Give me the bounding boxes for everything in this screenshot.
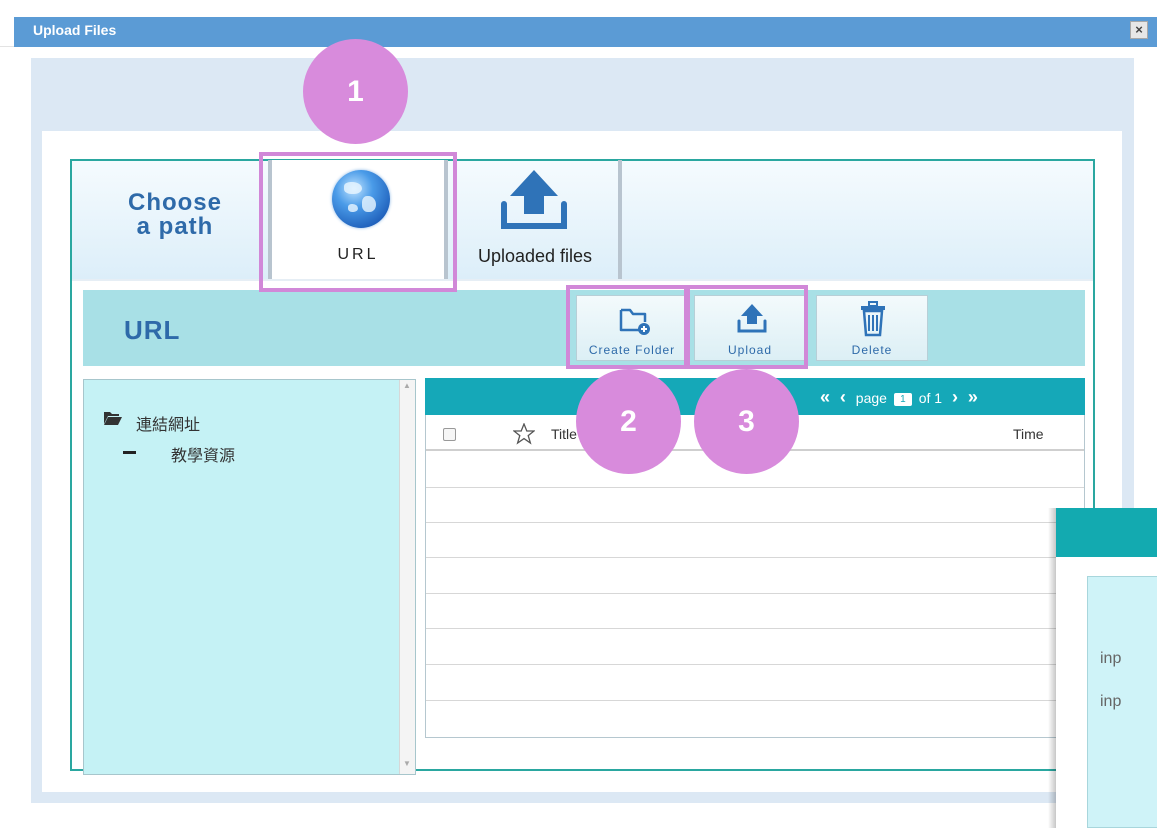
select-all-checkbox[interactable] bbox=[443, 428, 456, 441]
delete-label: Delete bbox=[851, 343, 893, 357]
column-title[interactable]: Title bbox=[551, 426, 577, 442]
highlight-upload bbox=[686, 285, 808, 369]
table-row bbox=[426, 664, 1084, 665]
prev-page-icon[interactable]: ‹ bbox=[840, 387, 846, 407]
folder-tree bbox=[83, 379, 416, 775]
upload-arrow-icon bbox=[501, 170, 567, 229]
scroll-up-arrow-icon[interactable]: ▲ bbox=[399, 381, 415, 390]
header-divider bbox=[72, 279, 1093, 281]
table-row bbox=[426, 522, 1084, 523]
window-titlebar bbox=[14, 17, 1157, 47]
next-page-icon[interactable]: › bbox=[952, 387, 958, 407]
table-row bbox=[426, 557, 1084, 558]
last-page-icon[interactable]: » bbox=[968, 387, 978, 407]
scroll-down-arrow-icon[interactable]: ▼ bbox=[399, 759, 415, 768]
window-title: Upload Files bbox=[33, 22, 117, 38]
page-number-input[interactable]: 1 bbox=[893, 392, 912, 406]
tree-item-child[interactable]: 教學資源 bbox=[171, 442, 235, 466]
first-page-icon[interactable]: « bbox=[820, 387, 830, 407]
popup-form bbox=[1087, 576, 1157, 828]
folder-open-icon bbox=[104, 412, 122, 425]
table-row bbox=[426, 700, 1084, 701]
delete-button[interactable]: Delete bbox=[816, 295, 928, 361]
table-row bbox=[426, 593, 1084, 594]
choose-path-label: Choose a path bbox=[127, 189, 222, 240]
trash-icon bbox=[861, 301, 885, 337]
highlight-create-folder bbox=[566, 285, 688, 369]
callout-1: 1 bbox=[303, 39, 408, 144]
section-title: URL bbox=[124, 315, 181, 345]
tree-scrollbar[interactable] bbox=[399, 380, 415, 774]
tab-uploaded-files-label: Uploaded files bbox=[477, 246, 593, 266]
pager-suffix: of 1 bbox=[918, 390, 943, 406]
highlight-url-tab bbox=[259, 152, 457, 292]
pager-prefix: page bbox=[855, 390, 887, 406]
star-icon[interactable] bbox=[513, 423, 535, 445]
popup-field-label: inp bbox=[1100, 693, 1122, 710]
pager: « ‹ page 1 of 1 › » bbox=[820, 386, 978, 408]
callout-3: 3 bbox=[694, 369, 799, 474]
popup-header bbox=[1056, 508, 1157, 557]
callout-2: 2 bbox=[576, 369, 681, 474]
close-button[interactable]: × bbox=[1130, 21, 1148, 39]
popup-shadow bbox=[1048, 508, 1056, 828]
popup-field-label: inp bbox=[1100, 650, 1122, 667]
tree-item-root[interactable]: 連結網址 bbox=[136, 411, 200, 435]
table-row bbox=[426, 487, 1084, 488]
table-row bbox=[426, 628, 1084, 629]
column-time[interactable]: Time bbox=[1013, 426, 1044, 442]
tree-branch-icon bbox=[123, 451, 136, 454]
